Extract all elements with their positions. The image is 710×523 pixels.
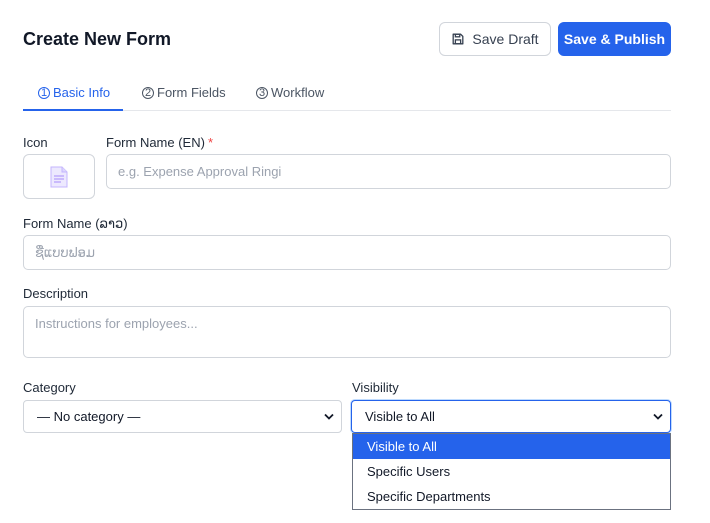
name-lo-label: Form Name (ລາວ) <box>23 216 128 231</box>
visibility-select[interactable]: Visible to All <box>351 400 671 433</box>
save-draft-button[interactable]: Save Draft <box>439 22 551 56</box>
visibility-option[interactable]: Visible to All <box>353 434 670 459</box>
save-publish-label: Save & Publish <box>563 31 666 47</box>
save-publish-button[interactable]: Save & Publish <box>558 22 671 56</box>
tab-label: Form Fields <box>157 85 226 100</box>
icon-picker[interactable] <box>23 154 95 199</box>
required-marker: * <box>207 135 214 150</box>
page-title: Create New Form <box>23 29 172 49</box>
category-selected-value: — No category — <box>37 409 141 424</box>
description-label: Description <box>23 286 89 301</box>
save-icon <box>452 33 464 45</box>
tab-label: Basic Info <box>53 85 111 100</box>
save-draft-label: Save Draft <box>472 31 539 47</box>
tab-form-fields[interactable]: 2 Form Fields <box>142 78 226 111</box>
chevron-down-icon <box>324 413 334 420</box>
visibility-selected-value: Visible to All <box>365 409 435 424</box>
step-number: 2 <box>142 87 154 99</box>
step-number: 1 <box>38 87 50 99</box>
category-select[interactable]: — No category — <box>23 400 342 433</box>
visibility-dropdown: Visible to All Specific Users Specific D… <box>352 433 671 510</box>
category-label: Category <box>23 380 76 395</box>
tab-basic-info[interactable]: 1 Basic Info <box>23 78 123 111</box>
document-icon <box>50 166 68 187</box>
visibility-label: Visibility <box>352 380 399 395</box>
tab-workflow[interactable]: 3 Workflow <box>256 78 324 111</box>
chevron-down-icon <box>653 413 663 420</box>
visibility-option[interactable]: Specific Users <box>353 459 670 484</box>
name-en-label: Form Name (EN) * <box>106 135 213 150</box>
description-textarea[interactable] <box>23 306 671 358</box>
icon-label: Icon <box>23 135 48 150</box>
form-name-en-input[interactable] <box>106 154 671 189</box>
tab-label: Workflow <box>271 85 325 100</box>
visibility-option[interactable]: Specific Departments <box>353 484 670 509</box>
form-name-lo-input[interactable] <box>23 235 671 270</box>
step-number: 3 <box>256 87 268 99</box>
name-en-label-text: Form Name (EN) <box>106 135 205 150</box>
tab-bar: 1 Basic Info 2 Form Fields 3 Workflow <box>23 78 671 111</box>
